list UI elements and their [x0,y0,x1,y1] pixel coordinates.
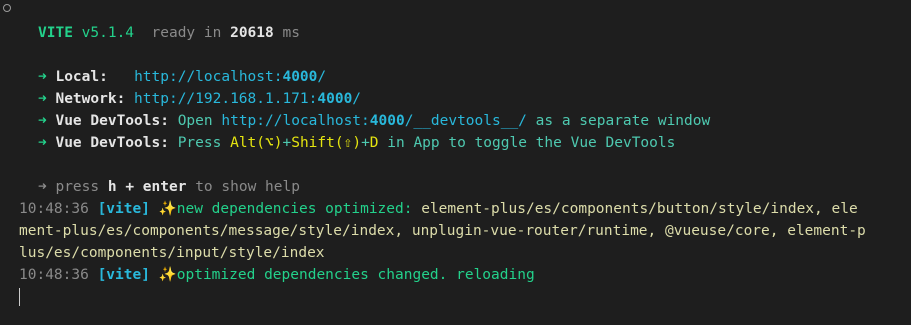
shift-key: Shift(⇧) [291,135,362,151]
arrow-icon: ➜ [38,91,47,107]
ready-time-value: 20618 [230,25,274,41]
terminal-status-circle-icon [3,4,11,12]
sparkle-icon: ✨ [158,201,177,217]
arrow-icon: ➜ [38,69,47,85]
vite-label: VITE [38,25,73,41]
devtools-open-line: ➜ Vue DevTools: Open http://localhost:40… [38,113,711,129]
dependency-list-continued: lus/es/components/input/style/index [19,245,325,261]
log-tag: [vite] [97,201,150,217]
network-url-line: ➜ Network: http://192.168.1.171:4000/ [38,88,361,110]
network-label: Network: [55,91,126,107]
dependency-list: element-plus/es/components/button/style/… [421,201,858,217]
dependency-list-continued: ment-plus/es/components/message/style/in… [19,223,866,239]
terminal-cursor [19,288,20,306]
log-line: 10:48:36 [vite] ✨new dependencies optimi… [19,198,858,220]
vite-banner: VITE v5.1.4 ready in 20618 ms [38,22,300,44]
log-message: new dependencies optimized: [176,201,413,217]
ready-text: ready in [151,25,222,41]
vite-version: v5.1.4 [81,25,135,41]
local-url-link[interactable]: http://localhost:4000/ [134,69,326,85]
devtools-url-link[interactable]: http://localhost:4000/__devtools__/ [221,113,527,129]
devtools-toggle-line: ➜ Vue DevTools: Press Alt(⌥)+Shift(⇧)+D … [38,135,676,151]
devtools-label: Vue DevTools: [55,135,169,151]
alt-key: Alt(⌥) [230,135,283,151]
devtools-label: Vue DevTools: [55,113,169,129]
sparkle-icon: ✨ [158,267,177,283]
log-tag: [vite] [97,267,150,283]
ready-time-unit: ms [282,25,300,41]
log-timestamp: 10:48:36 [19,201,89,217]
help-hint-line: ➜ press h + enter to show help [38,179,300,195]
arrow-icon: ➜ [38,113,47,129]
arrow-icon: ➜ [38,135,47,151]
local-label: Local: [55,69,108,85]
log-line: 10:48:36 [vite] ✨optimized dependencies … [19,264,535,286]
network-url-link[interactable]: http://192.168.1.171:4000/ [134,91,361,107]
local-url-line: ➜ Local: http://localhost:4000/ [38,66,326,88]
log-message: optimized dependencies changed. reloadin… [176,267,535,283]
d-key: D [369,135,379,151]
arrow-icon: ➜ [38,179,47,195]
terminal-panel[interactable]: VITE v5.1.4 ready in 20618 ms ➜ Local: h… [0,0,911,325]
log-timestamp: 10:48:36 [19,267,89,283]
